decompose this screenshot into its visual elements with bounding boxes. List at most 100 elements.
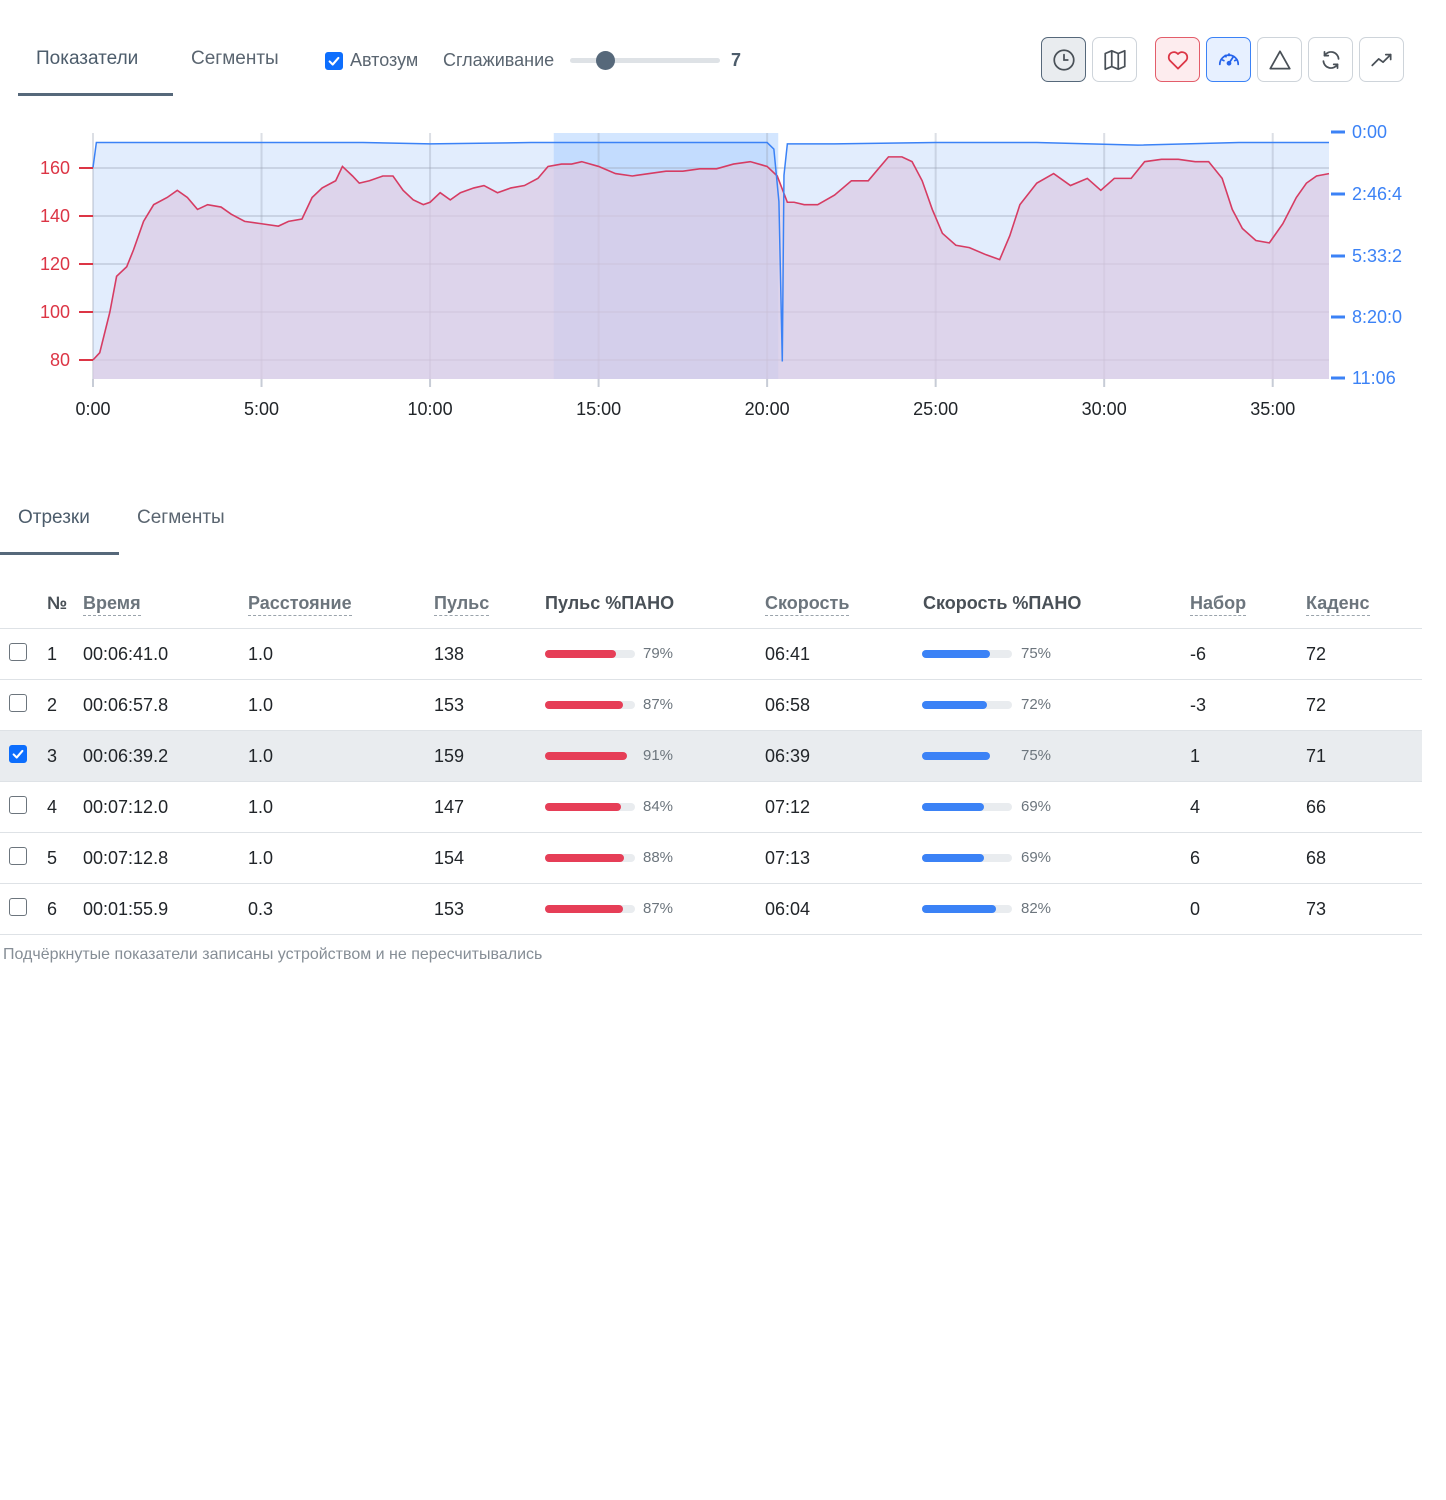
speed-pano-percent: 72%: [1021, 696, 1052, 713]
row-number: 4: [47, 797, 58, 817]
heart-rate-pano-bar: [545, 650, 635, 658]
row-speed: 06:41: [765, 644, 811, 664]
speed-pano-percent: 75%: [1021, 645, 1052, 662]
speed-pano-percent: 82%: [1021, 900, 1052, 917]
row-cadence: 68: [1306, 848, 1327, 868]
table-row[interactable]: 6 00:01:55.9 0.3 153 87% 06:04 82% 0 73: [0, 884, 1422, 935]
row-cadence: 71: [1306, 746, 1327, 766]
table-row[interactable]: 2 00:06:57.8 1.0 153 87% 06:58 72% -3 72: [0, 680, 1422, 731]
row-time: 00:01:55.9: [83, 899, 169, 919]
table-body: 1 00:06:41.0 1.0 138 79% 06:41 75% -6 72…: [0, 629, 1422, 935]
row-checkbox[interactable]: [9, 796, 27, 819]
tab-segments-top[interactable]: Сегменты: [191, 44, 301, 96]
toolbar: Показатели Сегменты Автозум Сглаживание …: [0, 0, 1446, 100]
row-speed: 07:12: [765, 797, 811, 817]
activity-chart[interactable]: 80 100 120 140 160 0:00 2:46:4 5:33:2 8:20:0 11:0…: [0, 115, 1446, 435]
heart-rate-pano-bar: [545, 854, 635, 862]
autozoom-checkbox[interactable]: [325, 51, 343, 70]
pace-tick-label: 2:46:4: [1352, 184, 1402, 204]
col-speed[interactable]: Скорость: [765, 593, 850, 616]
tab-segments[interactable]: Сегменты: [137, 500, 225, 562]
time-tick-label: 30:00: [1082, 399, 1127, 419]
row-time: 00:07:12.0: [83, 797, 169, 817]
autozoom-label: Автозум: [350, 50, 419, 70]
heart-rate-pano-percent: 87%: [643, 696, 674, 713]
time-tick-label: 0:00: [75, 399, 110, 419]
heart-rate-pano-bar: [545, 752, 635, 760]
row-distance: 1.0: [248, 695, 274, 715]
heart-rate-button[interactable]: [1155, 37, 1200, 82]
heart-rate-pano-percent: 87%: [643, 900, 674, 917]
row-checkbox[interactable]: [9, 847, 27, 870]
row-checkbox[interactable]: [9, 643, 27, 666]
trend-icon: [1370, 53, 1392, 66]
smoothing-slider-handle[interactable]: [596, 51, 615, 70]
hr-tick-label: 140: [40, 206, 70, 226]
trend-button[interactable]: [1359, 37, 1404, 82]
row-checkbox[interactable]: [9, 745, 27, 766]
cadence-button[interactable]: [1308, 37, 1353, 82]
footnote: Подчёркнутые показатели записаны устройс…: [3, 946, 543, 963]
speed-pano-bar: [922, 701, 1012, 709]
heart-rate-pano-bar: [545, 701, 635, 709]
pace-tick-label: 0:00: [1352, 122, 1387, 142]
row-number: 6: [47, 899, 58, 919]
row-heart-rate: 154: [434, 848, 465, 868]
row-distance: 1.0: [248, 746, 274, 766]
table-row[interactable]: 1 00:06:41.0 1.0 138 79% 06:41 75% -6 72: [0, 629, 1422, 680]
speed-pano-bar: [922, 803, 1012, 811]
tab-laps[interactable]: Отрезки: [0, 500, 119, 555]
elevation-button[interactable]: [1257, 37, 1302, 82]
col-time[interactable]: Время: [83, 593, 141, 616]
row-cadence: 73: [1306, 899, 1327, 919]
col-elevation[interactable]: Набор: [1190, 593, 1247, 616]
row-speed: 06:58: [765, 695, 811, 715]
speed-pano-percent: 75%: [1021, 747, 1052, 764]
table-header: № Время Расстояние Пульс Пульс %ПАНО Ско…: [0, 578, 1422, 629]
speed-pano-bar: [922, 650, 1012, 658]
col-heart-rate[interactable]: Пульс: [434, 593, 490, 616]
col-distance[interactable]: Расстояние: [248, 593, 352, 616]
time-axis-button[interactable]: [1041, 37, 1086, 82]
row-time: 00:06:39.2: [83, 746, 169, 766]
time-tick-label: 5:00: [244, 399, 279, 419]
row-time: 00:06:41.0: [83, 644, 169, 664]
row-heart-rate: 153: [434, 695, 465, 715]
autozoom-toggle[interactable]: Автозум: [325, 50, 418, 71]
speed-pano-bar: [922, 905, 1012, 913]
clock-icon: [1052, 48, 1075, 71]
heart-rate-pano-percent: 91%: [643, 747, 674, 764]
row-distance: 1.0: [248, 644, 274, 664]
refresh-icon: [1322, 50, 1339, 69]
table-row[interactable]: 3 00:06:39.2 1.0 159 91% 06:39 75% 1 71: [0, 731, 1422, 782]
row-distance: 1.0: [248, 797, 274, 817]
row-cadence: 72: [1306, 695, 1327, 715]
map-icon: [1103, 49, 1126, 70]
col-heart-rate-pano[interactable]: Пульс %ПАНО: [545, 593, 674, 614]
pace-button[interactable]: [1206, 37, 1251, 82]
smoothing-slider-track[interactable]: [570, 58, 720, 63]
row-elevation: 0: [1190, 899, 1201, 919]
map-button[interactable]: [1092, 37, 1137, 82]
heart-rate-pano-percent: 79%: [643, 645, 674, 662]
row-checkbox[interactable]: [9, 898, 27, 921]
row-cadence: 72: [1306, 644, 1327, 664]
row-distance: 0.3: [248, 899, 274, 919]
pace-tick-label: 11:06: [1352, 368, 1396, 388]
table-row[interactable]: 4 00:07:12.0 1.0 147 84% 07:12 69% 4 66: [0, 782, 1422, 833]
row-heart-rate: 138: [434, 644, 465, 664]
row-distance: 1.0: [248, 848, 274, 868]
speed-pano-bar: [922, 752, 1012, 760]
col-number: №: [47, 593, 68, 613]
speed-pano-percent: 69%: [1021, 849, 1052, 866]
tab-indicators[interactable]: Показатели: [18, 44, 173, 96]
row-checkbox[interactable]: [9, 694, 27, 717]
col-cadence[interactable]: Каденс: [1306, 593, 1370, 616]
hr-tick-label: 100: [40, 302, 70, 322]
row-heart-rate: 147: [434, 797, 465, 817]
speedometer-icon: [1218, 52, 1239, 66]
time-tick-label: 25:00: [913, 399, 958, 419]
table-row[interactable]: 5 00:07:12.8 1.0 154 88% 07:13 69% 6 68: [0, 833, 1422, 884]
triangle-icon: [1268, 49, 1291, 70]
col-speed-pano[interactable]: Скорость %ПАНО: [923, 593, 1081, 614]
